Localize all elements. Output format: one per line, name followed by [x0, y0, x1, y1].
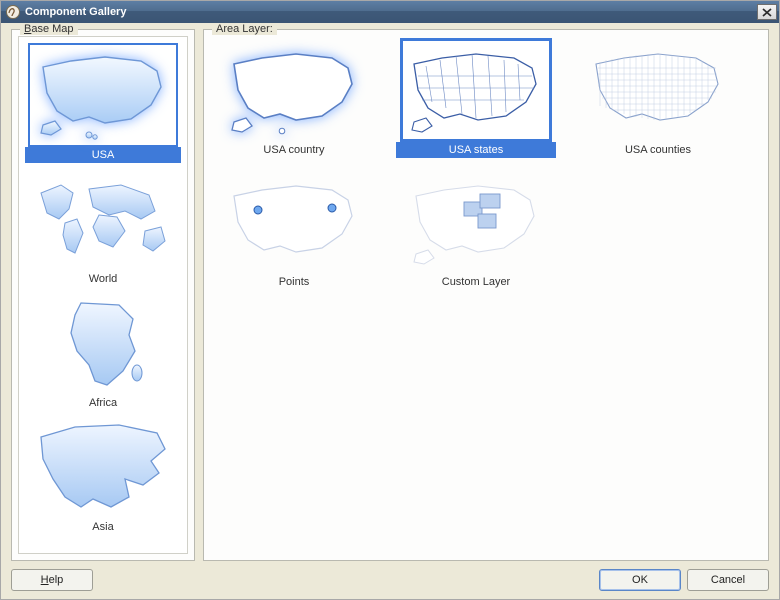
- help-label: elp: [49, 574, 64, 586]
- button-bar: Help OK Cancel: [11, 561, 769, 591]
- ok-button[interactable]: OK: [599, 569, 681, 591]
- component-gallery-dialog: Component Gallery Base Map: [0, 0, 780, 600]
- usa-country-icon: [224, 42, 364, 138]
- base-map-item-world[interactable]: World: [23, 165, 183, 287]
- usa-map-icon: [33, 47, 173, 143]
- area-layer-grid: USA country: [210, 36, 762, 292]
- base-map-item-usa[interactable]: USA: [23, 41, 183, 163]
- area-thumb-usa-counties: [582, 38, 734, 142]
- usa-counties-icon: [588, 42, 728, 138]
- asia-map-icon: [33, 419, 173, 515]
- base-map-thumb-usa: [28, 43, 178, 147]
- base-map-caption: World: [25, 271, 181, 287]
- base-map-thumb-asia: [28, 415, 178, 519]
- world-map-icon: [33, 171, 173, 267]
- close-button[interactable]: [757, 4, 777, 20]
- help-button[interactable]: Help: [11, 569, 93, 591]
- base-map-thumb-africa: [28, 291, 178, 395]
- area-caption: USA states: [396, 142, 556, 158]
- base-map-caption: Asia: [25, 519, 181, 535]
- area-item-usa-country[interactable]: USA country: [214, 38, 374, 158]
- area-thumb-custom-layer: [400, 170, 552, 274]
- cancel-button[interactable]: Cancel: [687, 569, 769, 591]
- base-map-item-asia[interactable]: Asia: [23, 413, 183, 535]
- area-layer-panel: Area Layer: USA country: [203, 29, 769, 561]
- area-thumb-usa-country: [218, 38, 370, 142]
- area-caption: Custom Layer: [396, 274, 556, 290]
- content-area: Base Map: [1, 23, 779, 599]
- africa-map-icon: [33, 295, 173, 391]
- area-thumb-points: [218, 170, 370, 274]
- base-map-thumb-world: [28, 167, 178, 271]
- area-caption: USA counties: [578, 142, 738, 158]
- area-item-usa-counties[interactable]: USA counties: [578, 38, 738, 158]
- app-icon: [5, 4, 21, 20]
- base-map-item-africa[interactable]: Africa: [23, 289, 183, 411]
- custom-layer-icon: [406, 174, 546, 270]
- area-item-usa-states[interactable]: USA states: [396, 38, 556, 158]
- area-caption: Points: [214, 274, 374, 290]
- area-item-points[interactable]: Points: [214, 170, 374, 290]
- area-layer-label: Area Layer:: [212, 23, 277, 35]
- area-caption: USA country: [214, 142, 374, 158]
- titlebar: Component Gallery: [1, 1, 779, 23]
- base-map-panel: Base Map: [11, 29, 195, 561]
- area-thumb-usa-states: [400, 38, 552, 142]
- window-title: Component Gallery: [25, 6, 757, 18]
- points-icon: [224, 174, 364, 270]
- usa-states-icon: [406, 42, 546, 138]
- area-item-custom-layer[interactable]: Custom Layer: [396, 170, 556, 290]
- base-map-caption: Africa: [25, 395, 181, 411]
- base-map-label: Base Map: [20, 23, 78, 35]
- base-map-caption: USA: [25, 147, 181, 163]
- base-map-list[interactable]: USA: [18, 36, 188, 554]
- main-area: Base Map: [11, 29, 769, 561]
